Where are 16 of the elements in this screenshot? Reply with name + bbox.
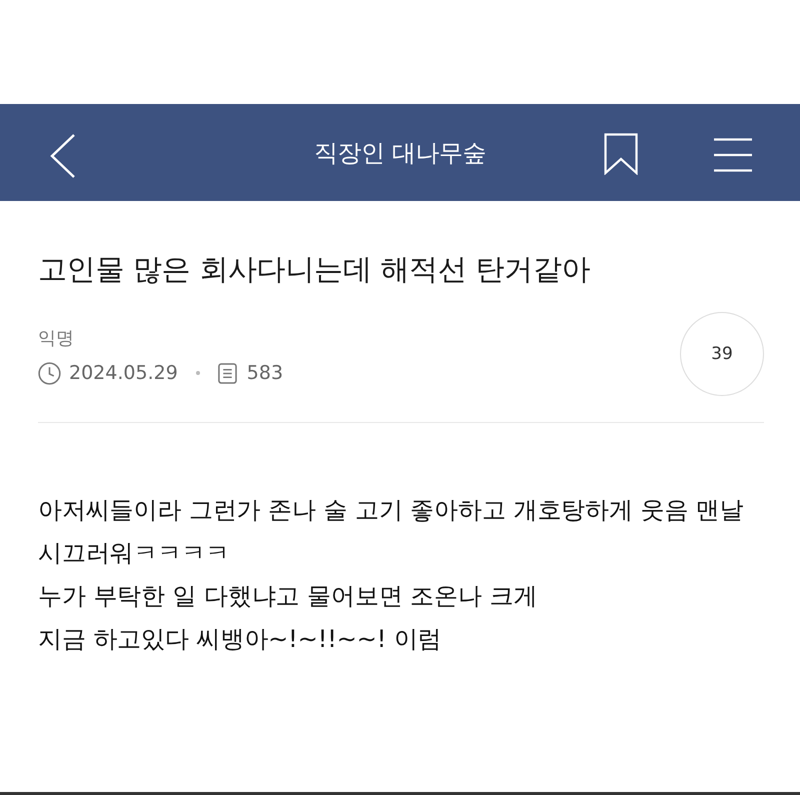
post-body-line: 누가 부탁한 일 다했냐고 물어보면 조온나 크게 <box>38 581 538 612</box>
view-count: 583 <box>246 361 284 386</box>
separator-dot-icon <box>196 371 200 375</box>
bookmark-icon[interactable] <box>604 133 638 175</box>
author-name: 익명 <box>38 327 75 351</box>
post-date: 2024.05.29 <box>69 361 178 386</box>
post-body-line: 시끄러워ㅋㅋㅋㅋ <box>38 538 230 569</box>
board-title: 직장인 대나무숲 <box>314 138 486 168</box>
back-chevron-icon[interactable] <box>50 134 76 178</box>
post-body-line: 아저씨들이라 그런가 존나 술 고기 좋아하고 개호탕하게 웃음 맨날 <box>38 495 745 526</box>
post-body-line: 지금 하고있다 씨뱅아~!~!!~~! 이럼 <box>38 624 443 655</box>
clock-icon <box>38 362 61 384</box>
menu-icon[interactable] <box>714 138 752 172</box>
comment-count-button[interactable]: 39 <box>680 312 764 396</box>
document-list-icon <box>218 362 237 384</box>
post-title: 고인물 많은 회사다니는데 해적선 탄거같아 <box>38 251 592 288</box>
